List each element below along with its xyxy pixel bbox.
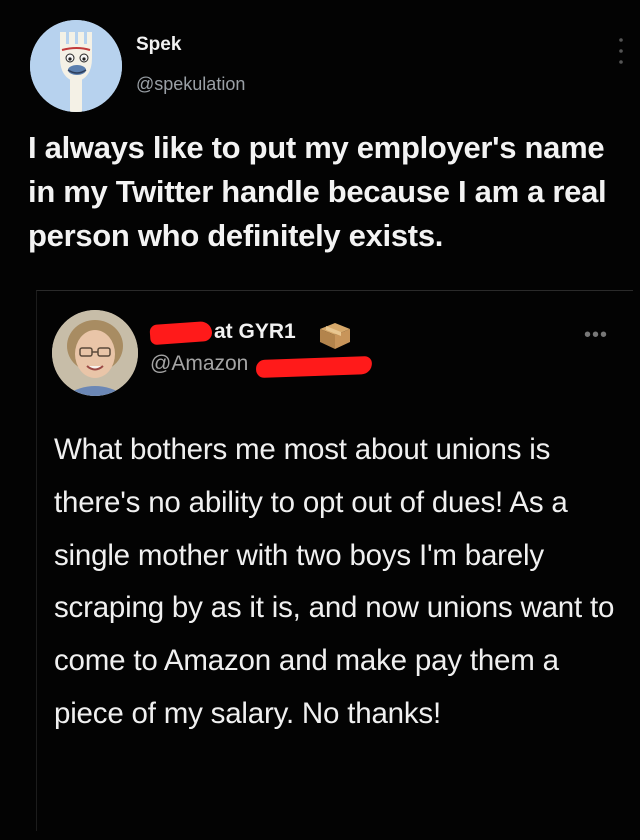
tweet-screenshot: Spek @spekulation I always like to put m…: [0, 0, 640, 840]
horizontal-ellipsis-icon[interactable]: •••: [584, 324, 608, 347]
quoted-display-name[interactable]: at GYR1: [214, 320, 296, 344]
profile-photo-icon: [52, 310, 138, 396]
quoted-tweet-body: What bothers me most about unions is the…: [54, 433, 615, 730]
tweet-body: I always like to put my employer's name …: [28, 130, 607, 253]
forky-avatar-icon: [30, 20, 122, 112]
vertical-ellipsis-icon[interactable]: [614, 32, 628, 70]
avatar-spek[interactable]: [30, 20, 122, 112]
package-icon: [318, 321, 352, 351]
user-handle[interactable]: @spekulation: [136, 74, 245, 95]
display-name[interactable]: Spek: [136, 34, 181, 56]
quoted-user-handle[interactable]: @Amazon: [150, 352, 248, 376]
avatar-quoted-user[interactable]: [52, 310, 138, 396]
